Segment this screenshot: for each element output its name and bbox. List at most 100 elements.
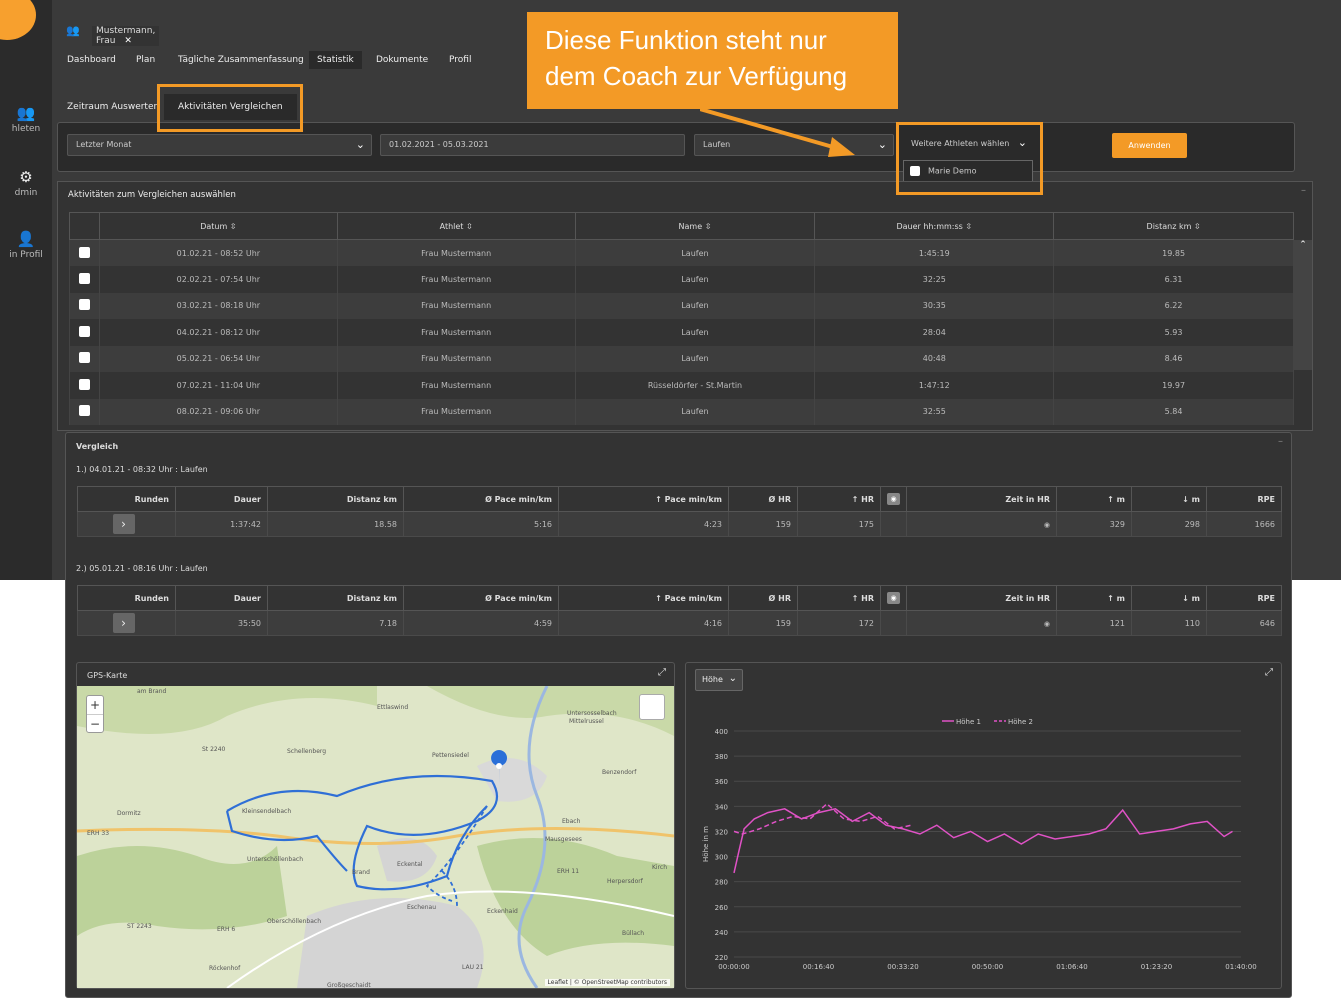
table-cell: 04.02.21 - 08:12 Uhr: [98, 319, 338, 346]
period-select[interactable]: Letzter Monat ⌄: [67, 134, 372, 156]
row-checkbox-cell[interactable]: [69, 239, 100, 266]
table-cell: 32:25: [814, 266, 1055, 293]
tab-dokumente[interactable]: Dokumente: [376, 55, 428, 65]
table-row[interactable]: 02.02.21 - 07:54 Uhr Frau Mustermann Laufe…: [69, 266, 1294, 293]
map-place-label: Eckenhaid: [487, 908, 518, 915]
collapse-icon[interactable]: –: [1301, 185, 1306, 196]
compare-col-header: ↓ m: [1131, 585, 1207, 611]
compare-table-2: Runden Dauer Distanz km Ø Pace min/km ↑ Pace…: [77, 585, 1282, 636]
tab-plan[interactable]: Plan: [136, 55, 155, 65]
eye-icon[interactable]: ◉: [887, 493, 900, 505]
y-tick-label: 340: [715, 803, 728, 811]
daterange-input[interactable]: 01.02.2021 - 05.03.2021: [380, 134, 685, 156]
col-datum[interactable]: Datum ⇳: [98, 212, 338, 240]
table-cell: Frau Mustermann: [336, 292, 576, 319]
table-cell: 1:47:12: [814, 372, 1055, 399]
table-row[interactable]: 08.02.21 - 09:06 Uhr Frau Mustermann Laufe…: [69, 398, 1294, 425]
table-row[interactable]: 03.02.21 - 08:18 Uhr Frau Mustermann Laufe…: [69, 292, 1294, 319]
col-name[interactable]: Name ⇳: [574, 212, 816, 240]
table-cell: 03.02.21 - 08:18 Uhr: [98, 292, 338, 319]
subtab-zeitraum[interactable]: Zeitraum Auswerten: [67, 102, 159, 112]
chevron-down-icon: ⌄: [355, 138, 365, 151]
table-row[interactable]: 04.02.21 - 08:12 Uhr Frau Mustermann Laufe…: [69, 319, 1294, 346]
map-zoom-control: + −: [86, 695, 104, 733]
table-cell: 19.85: [1053, 239, 1294, 266]
col-dauer[interactable]: Dauer hh:mm:ss ⇳: [814, 212, 1055, 240]
compare-cell: 4:59: [403, 610, 559, 636]
table-row[interactable]: 07.02.21 - 11:04 Uhr Frau Mustermann Rüsse…: [69, 372, 1294, 399]
compare-heading-1: 1.) 04.01.21 - 08:32 Uhr : Laufen: [76, 465, 208, 474]
compare-cell: 172: [797, 610, 881, 636]
tab-dashboard[interactable]: Dashboard: [67, 55, 116, 65]
table-cell: Frau Mustermann: [336, 239, 576, 266]
map-place-label: Herpersdorf: [607, 878, 643, 885]
sidebar-item-profil[interactable]: 👤 in Profil: [0, 230, 52, 260]
eye-icon[interactable]: ◉: [1044, 620, 1050, 628]
row-checkbox[interactable]: [78, 299, 90, 311]
table-cell: Laufen: [574, 398, 816, 425]
table-cell: 01.02.21 - 08:52 Uhr: [98, 239, 338, 266]
eye-icon[interactable]: ◉: [887, 592, 900, 604]
row-checkbox-cell[interactable]: [69, 372, 100, 399]
chart-panel: Höhe ⌄ ⤢ 220 240 260 280 300 320 340 360 380 400 0…: [685, 662, 1282, 989]
col-distanz[interactable]: Distanz km ⇳: [1053, 212, 1294, 240]
tab-zusammenfassung[interactable]: Tägliche Zusammenfassung: [178, 55, 304, 65]
row-checkbox-cell[interactable]: [69, 292, 100, 319]
scroll-up-icon[interactable]: ⌃: [1294, 240, 1312, 250]
row-checkbox[interactable]: [78, 378, 90, 390]
table-scrollbar[interactable]: ⌃: [1294, 240, 1312, 370]
eye-icon[interactable]: ◉: [1044, 521, 1050, 529]
gps-map[interactable]: Leaflet | © OpenStreetMap contributors a…: [77, 686, 674, 988]
col-athlet[interactable]: Athlet ⇳: [336, 212, 576, 240]
col-label: Distanz km: [1146, 221, 1192, 231]
chevron-down-icon: ⌄: [877, 138, 887, 151]
expand-icon[interactable]: ⤢: [658, 667, 666, 678]
left-sidebar: 👥 hleten ⚙ dmin 👤 in Profil: [0, 0, 52, 580]
compare-cell: 646: [1206, 610, 1282, 636]
y-tick-label: 280: [715, 879, 728, 887]
tab-profil[interactable]: Profil: [449, 55, 471, 65]
zoom-out-button[interactable]: −: [87, 714, 103, 733]
row-checkbox-cell[interactable]: [69, 319, 100, 346]
map-attribution: Leaflet | © OpenStreetMap contributors: [544, 979, 670, 986]
collapse-icon[interactable]: –: [1278, 436, 1283, 447]
row-checkbox[interactable]: [78, 272, 90, 284]
apply-button[interactable]: Anwenden: [1112, 133, 1187, 158]
map-place-label: Großgeschaidt: [327, 982, 371, 988]
table-row[interactable]: 05.02.21 - 06:54 Uhr Frau Mustermann Laufe…: [69, 345, 1294, 372]
row-checkbox[interactable]: [78, 405, 90, 417]
gear-icon: ⚙: [19, 168, 33, 186]
table-row[interactable]: 01.02.21 - 08:52 Uhr Frau Mustermann Laufe…: [69, 239, 1294, 266]
x-tick-label: 00:16:40: [803, 963, 834, 971]
expand-rounds-button[interactable]: ›: [112, 514, 135, 534]
y-tick-label: 400: [715, 728, 728, 736]
compare-cell: 1:37:42: [175, 511, 268, 537]
compare-col-header: Zeit in HR: [906, 486, 1057, 512]
row-checkbox[interactable]: [78, 246, 90, 258]
user-icon: 👤: [16, 230, 36, 248]
athlete-tab[interactable]: Mustermann, Frau ✕: [92, 26, 160, 46]
expand-rounds-button[interactable]: ›: [112, 613, 135, 633]
map-place-label: Röckenhof: [209, 965, 241, 972]
tab-statistik[interactable]: Statistik: [309, 51, 362, 69]
callout-line-2: dem Coach zur Verfügung: [545, 61, 848, 91]
row-checkbox-cell[interactable]: [69, 345, 100, 372]
row-checkbox[interactable]: [78, 352, 90, 364]
row-checkbox[interactable]: [78, 325, 90, 337]
close-icon[interactable]: ✕: [124, 36, 132, 46]
layers-icon[interactable]: [639, 694, 665, 720]
table-cell: 32:55: [814, 398, 1055, 425]
compare-cell: 5:16: [403, 511, 559, 537]
callout-box: Diese Funktion steht nur dem Coach zur V…: [527, 12, 898, 109]
sidebar-item-athleten[interactable]: 👥 hleten: [0, 104, 52, 134]
x-tick-label: 01:06:40: [1056, 963, 1087, 971]
table-cell: Frau Mustermann: [336, 372, 576, 399]
sidebar-item-admin[interactable]: ⚙ dmin: [0, 168, 52, 198]
x-tick-label: 00:33:20: [887, 963, 918, 971]
elevation-chart: 220 240 260 280 300 320 340 360 380 400 00:00:00 00…: [702, 718, 1257, 971]
row-checkbox-cell[interactable]: [69, 266, 100, 293]
page: 👥 hleten ⚙ dmin 👤 in Profil 👥 Mustermann…: [0, 0, 1341, 998]
row-checkbox-cell[interactable]: [69, 398, 100, 425]
zoom-in-button[interactable]: +: [87, 696, 103, 714]
y-tick-label: 260: [715, 904, 728, 912]
